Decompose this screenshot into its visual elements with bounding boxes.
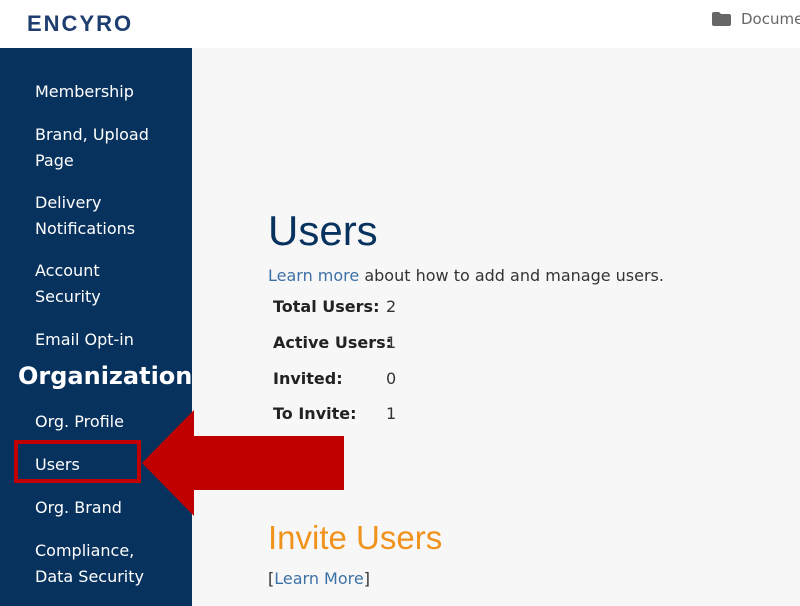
stat-value: 0: [386, 369, 397, 388]
stat-value: 2: [386, 297, 397, 316]
stat-label: Invited:: [273, 369, 343, 388]
invite-learn-more-link[interactable]: Learn More: [274, 569, 363, 588]
invite-users-heading: Invite Users: [268, 519, 443, 556]
logo-text: ENCYRO: [27, 11, 134, 36]
sidebar-item-membership[interactable]: Membership: [35, 79, 185, 105]
sidebar-section-organization: Organization: [18, 362, 193, 390]
users-highlight-box: [14, 440, 141, 483]
stat-value: 1: [386, 404, 397, 423]
encyro-logo[interactable]: ENCYRO: [27, 11, 134, 36]
learn-more-link[interactable]: Learn more: [268, 266, 359, 285]
stat-value: 1: [386, 333, 397, 352]
documents-link[interactable]: Docume: [712, 8, 800, 30]
sidebar: Membership Brand, Upload Page Delivery N…: [0, 48, 192, 606]
sidebar-item-email-opt-in[interactable]: Email Opt-in: [35, 327, 185, 353]
bracket-close: ]: [363, 569, 370, 588]
stat-label: Active Users:: [273, 333, 393, 352]
sidebar-item-brand-upload-page[interactable]: Brand, Upload Page: [35, 122, 165, 174]
page-title: Users: [268, 207, 378, 254]
sidebar-item-compliance-data-security[interactable]: Compliance, Data Security: [35, 538, 155, 590]
documents-label: Docume: [741, 10, 800, 28]
sidebar-item-delivery-notifications[interactable]: Delivery Notifications: [35, 190, 155, 242]
top-bar: ENCYRO Docume: [0, 0, 800, 48]
invite-learn-more-line: [Learn More]: [268, 568, 370, 590]
stat-label: Total Users:: [273, 297, 380, 316]
sidebar-item-account-security[interactable]: Account Security: [35, 258, 135, 310]
folder-icon: [712, 12, 731, 26]
learn-more-line: Learn more about how to add and manage u…: [268, 265, 664, 287]
annotation-arrow-icon: [142, 410, 344, 516]
learn-more-text: about how to add and manage users.: [359, 266, 664, 285]
stat-label: To Invite:: [273, 404, 357, 423]
